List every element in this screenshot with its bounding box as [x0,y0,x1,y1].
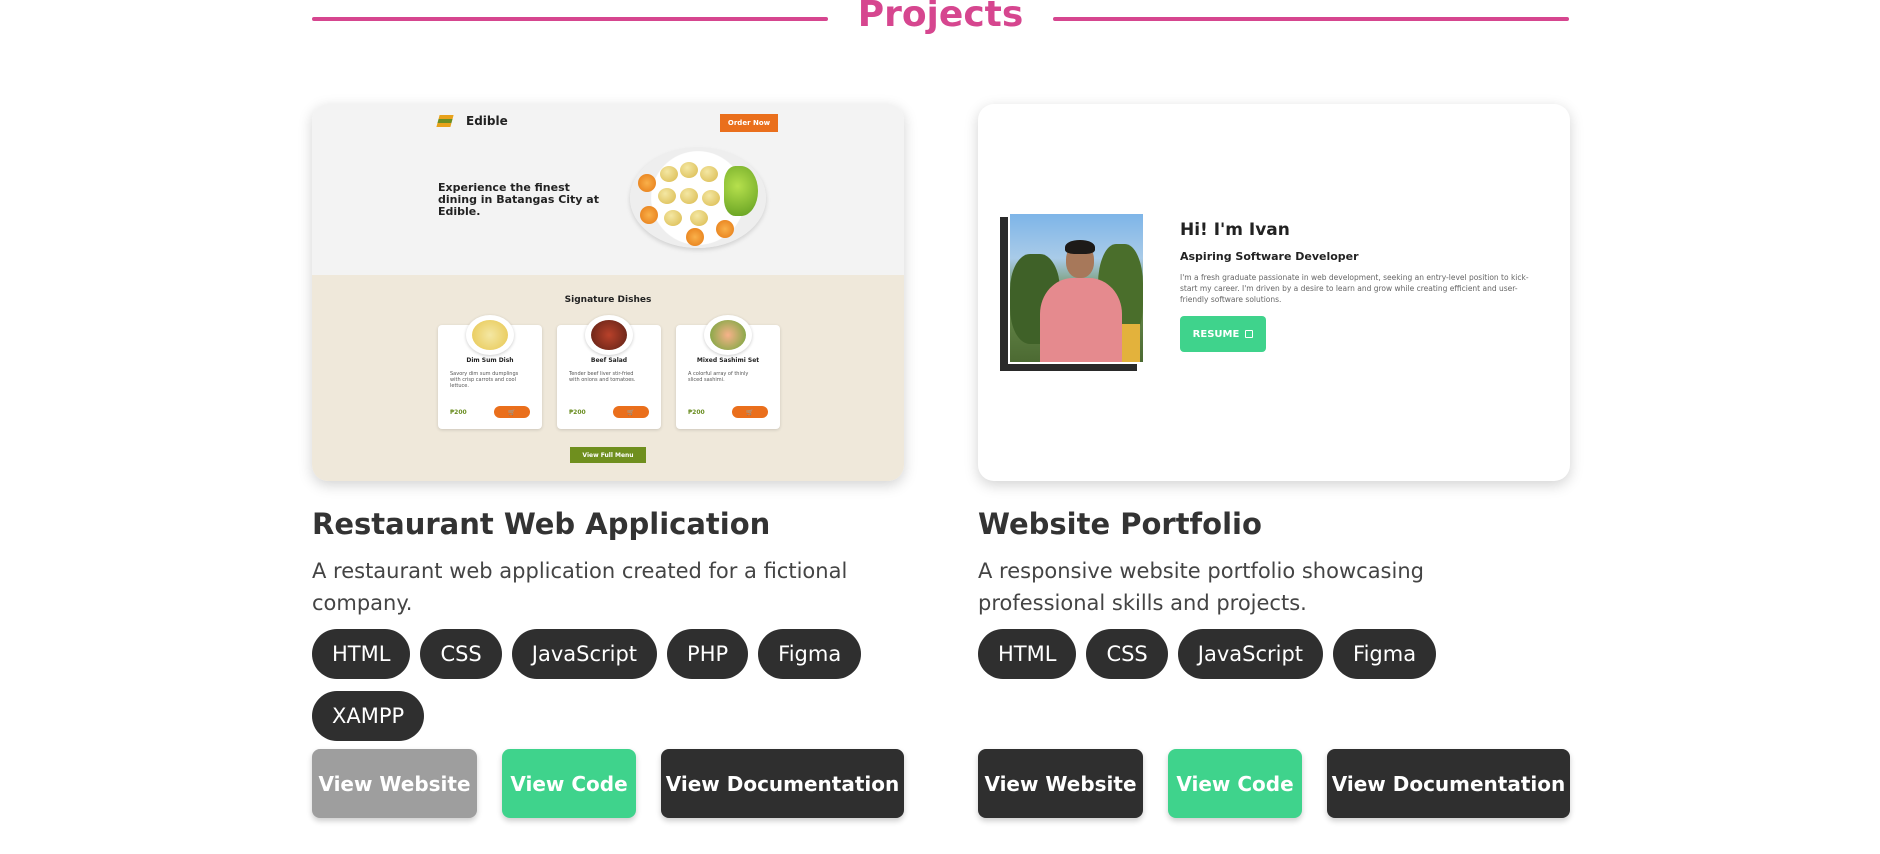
preview-brand-name: Edible [466,114,508,128]
project-title: Website Portfolio [978,507,1262,541]
view-code-button[interactable]: View Code [1168,749,1302,818]
cart-icon: 🛒 [613,406,649,418]
header-divider-right [1053,17,1569,21]
project-title: Restaurant Web Application [312,507,771,541]
preview-dish-card: Dim Sum Dish Savory dim sum dumplings wi… [438,315,542,429]
view-documentation-button[interactable]: View Documentation [1327,749,1570,818]
view-code-button[interactable]: View Code [502,749,636,818]
brand-logo-icon [436,115,454,127]
dish-name: Beef Salad [590,357,628,364]
project-description: A responsive website portfolio showcasin… [978,559,1424,615]
preview-dish-card: Beef Salad Tender beef liver stir-fried … [557,315,661,429]
tech-tag: HTML [978,629,1077,679]
external-link-icon [1245,330,1254,338]
preview-signature-title: Signature Dishes [564,295,652,305]
preview-resume-button: RESUME [1180,316,1266,352]
dish-name: Mixed Sashimi Set [696,357,760,364]
resume-label: RESUME [1192,328,1240,340]
view-website-button[interactable]: View Website [312,749,477,818]
tech-tag: Figma [1333,629,1437,679]
tech-tags: HTML CSS JavaScript PHP Figma XAMPP [312,629,912,741]
project-thumbnail: Hi! I'm Ivan Aspiring Software Developer… [978,104,1570,481]
preview-dish-card: Mixed Sashimi Set A colorful array of th… [676,315,780,429]
profile-photo [1008,212,1145,364]
project-actions: View Website View Code View Documentatio… [978,749,1570,818]
preview-menu-button: View Full Menu [570,447,646,463]
dish-description: Tender beef liver stir-fried with onions… [569,371,636,383]
preview-order-button: Order Now [720,114,778,132]
tech-tag: CSS [420,629,502,679]
dish-image [585,315,633,355]
dish-image [704,315,752,355]
tech-tags: HTML CSS JavaScript Figma [978,629,1578,679]
project-description: A restaurant web application created for… [312,559,848,615]
project-card-portfolio: Hi! I'm Ivan Aspiring Software Developer… [978,104,1570,818]
tech-tag: CSS [1086,629,1168,679]
preview-hero-text: Experience the finest dining in Batangas… [438,181,599,218]
preview-role: Aspiring Software Developer [1180,250,1359,263]
preview-bio: I'm a fresh graduate passionate in web d… [1180,273,1529,304]
preview-greeting: Hi! I'm Ivan [1180,220,1290,240]
tech-tag: HTML [312,629,411,679]
dish-price: ₱200 [569,409,586,416]
preview-hero-section [312,104,904,275]
dish-price: ₱200 [688,409,705,416]
dish-price: ₱200 [450,409,467,416]
dish-image [466,315,514,355]
dish-name: Dim Sum Dish [466,357,514,364]
preview-brand: Edible [436,114,508,128]
tech-tag: PHP [667,629,749,679]
cart-icon: 🛒 [732,406,768,418]
dish-description: Savory dim sum dumplings with crisp carr… [450,371,519,389]
section-header: Projects [312,0,1569,40]
food-plate-image [630,148,766,248]
project-actions: View Website View Code View Documentatio… [312,749,904,818]
tech-tag: Figma [758,629,862,679]
project-thumbnail: Edible Order Now Experience the finest d… [312,104,904,481]
project-card-restaurant: Edible Order Now Experience the finest d… [312,104,904,818]
tech-tag: XAMPP [312,691,425,741]
cart-icon: 🛒 [494,406,530,418]
dish-description: A colorful array of thinly sliced sashim… [688,371,749,383]
view-website-button[interactable]: View Website [978,749,1143,818]
tech-tag: JavaScript [511,629,658,679]
view-documentation-button[interactable]: View Documentation [661,749,904,818]
tech-tag: JavaScript [1177,629,1324,679]
